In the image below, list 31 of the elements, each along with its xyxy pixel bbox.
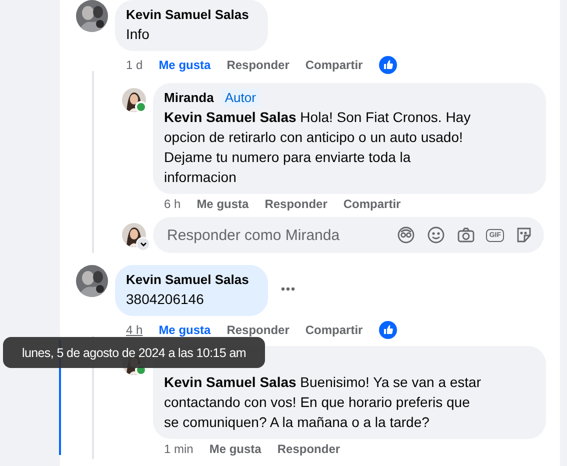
share-link[interactable]: Compartir xyxy=(343,197,401,211)
comment-text: Kevin Samuel Salas Hola! Son Fiat Cronos. Hay opcion de retirarlo con anticipo o un auto usado! Dejame tu numero para enviarte toda la informacion xyxy=(164,108,472,187)
comment-time[interactable]: 6 h xyxy=(164,197,181,211)
comment-time[interactable]: 4 h xyxy=(126,323,143,337)
avatar-sticker-icon[interactable] xyxy=(396,225,416,245)
reply-link[interactable]: Responder xyxy=(226,58,290,72)
emoji-icon[interactable] xyxy=(426,225,446,245)
author-name[interactable]: Kevin Samuel Salas xyxy=(126,272,249,287)
thumbs-up-icon[interactable] xyxy=(378,56,397,74)
more-icon[interactable] xyxy=(280,287,295,291)
author-badge: Autor xyxy=(222,89,259,106)
like-link[interactable]: Me gusta xyxy=(196,197,249,211)
share-link[interactable]: Compartir xyxy=(305,58,363,72)
camera-icon[interactable] xyxy=(456,225,476,245)
like-link[interactable]: Me gusta xyxy=(158,323,211,337)
reply-link[interactable]: Responder xyxy=(277,442,340,456)
share-link[interactable]: Compartir xyxy=(305,323,363,337)
comment-time[interactable]: 1 min xyxy=(164,442,194,456)
comment-text: Kevin Samuel Salas Buenisimo! Ya se van a estar contactando con vos! En que horario preferis que se comuniquen? A la mañana o a la tarde? xyxy=(164,373,482,432)
comment-text: 3804206146 xyxy=(126,290,205,309)
reply-link[interactable]: Responder xyxy=(226,323,290,337)
like-link[interactable]: Me gusta xyxy=(209,442,262,456)
author-name[interactable]: Miranda xyxy=(164,90,214,105)
chevron-down-icon[interactable] xyxy=(136,237,150,251)
like-link[interactable]: Me gusta xyxy=(158,58,211,72)
thumbs-up-icon[interactable] xyxy=(378,321,397,339)
comment-text: Info xyxy=(126,25,150,44)
comment-time[interactable]: 1 d xyxy=(126,58,143,72)
reply-link[interactable]: Responder xyxy=(264,197,328,211)
author-name[interactable]: Kevin Samuel Salas xyxy=(126,7,249,22)
timestamp-tooltip: lunes, 5 de agosto de 2024 a las 10:15 am xyxy=(3,337,265,368)
